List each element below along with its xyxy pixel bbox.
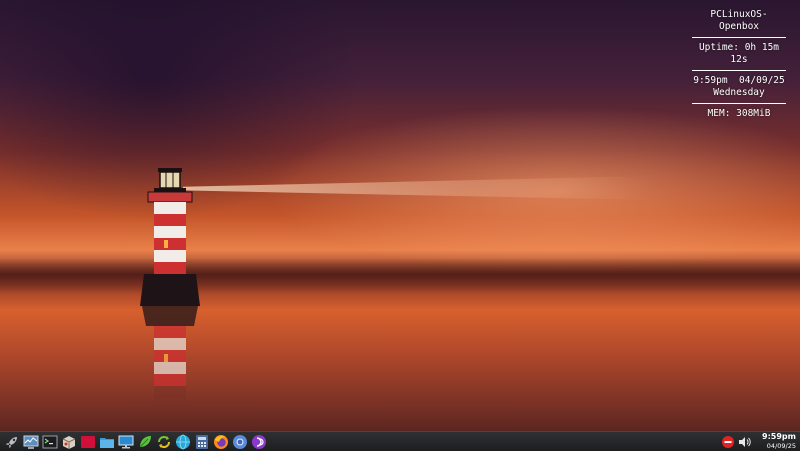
stop-icon (722, 436, 734, 448)
conky-hostname: PCLinuxOS-Openbox (710, 9, 768, 32)
launcher-calculator[interactable] (193, 433, 211, 451)
conky-datetime: 9:59pm 04/09/25 (693, 75, 785, 86)
firefox-icon (214, 435, 228, 449)
package-manager-icon (62, 436, 76, 449)
system-monitor-icon (23, 435, 39, 449)
purple-app-icon (252, 435, 266, 449)
launcher-green-leaf[interactable] (136, 433, 154, 451)
chromium-icon (233, 435, 247, 449)
conky-system-info: PCLinuxOS-Openbox Uptime: 0h 15m 12s 9:5… (692, 9, 786, 120)
conky-divider (692, 70, 786, 71)
launcher-blue-globe[interactable] (174, 433, 192, 451)
green-leaf-icon (139, 436, 151, 448)
launcher-refresh[interactable] (155, 433, 173, 451)
launcher-rocket[interactable] (3, 433, 21, 451)
red-square-app-icon (81, 436, 95, 448)
launcher-bar (3, 433, 268, 451)
terminal-icon (42, 435, 58, 449)
rocket-icon (6, 437, 17, 448)
launcher-package-manager[interactable] (60, 433, 78, 451)
conky-divider (692, 37, 786, 38)
desktop-wallpaper: PCLinuxOS-Openbox Uptime: 0h 15m 12s 9:5… (0, 0, 800, 431)
launcher-terminal[interactable] (41, 433, 59, 451)
display-settings-icon (118, 435, 134, 449)
conky-divider (692, 103, 786, 104)
launcher-firefox[interactable] (212, 433, 230, 451)
launcher-chromium[interactable] (231, 433, 249, 451)
launcher-display-settings[interactable] (117, 433, 135, 451)
clock-date: 04/09/25 (766, 441, 796, 450)
launcher-system-monitor[interactable] (22, 433, 40, 451)
calculator-icon (196, 435, 208, 449)
tray-notification[interactable] (721, 435, 735, 449)
taskbar-clock[interactable]: 9:59pm 04/09/25 (754, 432, 796, 450)
tray-volume[interactable] (738, 435, 752, 449)
conky-weekday: Wednesday (713, 87, 765, 98)
refresh-arrows-icon (158, 436, 170, 448)
taskbar: 9:59pm 04/09/25 (0, 431, 800, 451)
lighthouse-image (140, 168, 200, 408)
blue-globe-icon (176, 434, 190, 450)
launcher-red-square-app[interactable] (79, 433, 97, 451)
launcher-file-manager[interactable] (98, 433, 116, 451)
system-tray (721, 434, 752, 450)
conky-memory: MEM: 308MiB (707, 108, 771, 119)
clock-time: 9:59pm (762, 432, 796, 441)
conky-uptime: Uptime: 0h 15m 12s (698, 42, 780, 65)
sky-glow (0, 0, 800, 431)
horizon-band (0, 258, 800, 294)
file-manager-icon (100, 438, 114, 448)
launcher-purple-app[interactable] (250, 433, 268, 451)
speaker-icon (739, 437, 751, 447)
